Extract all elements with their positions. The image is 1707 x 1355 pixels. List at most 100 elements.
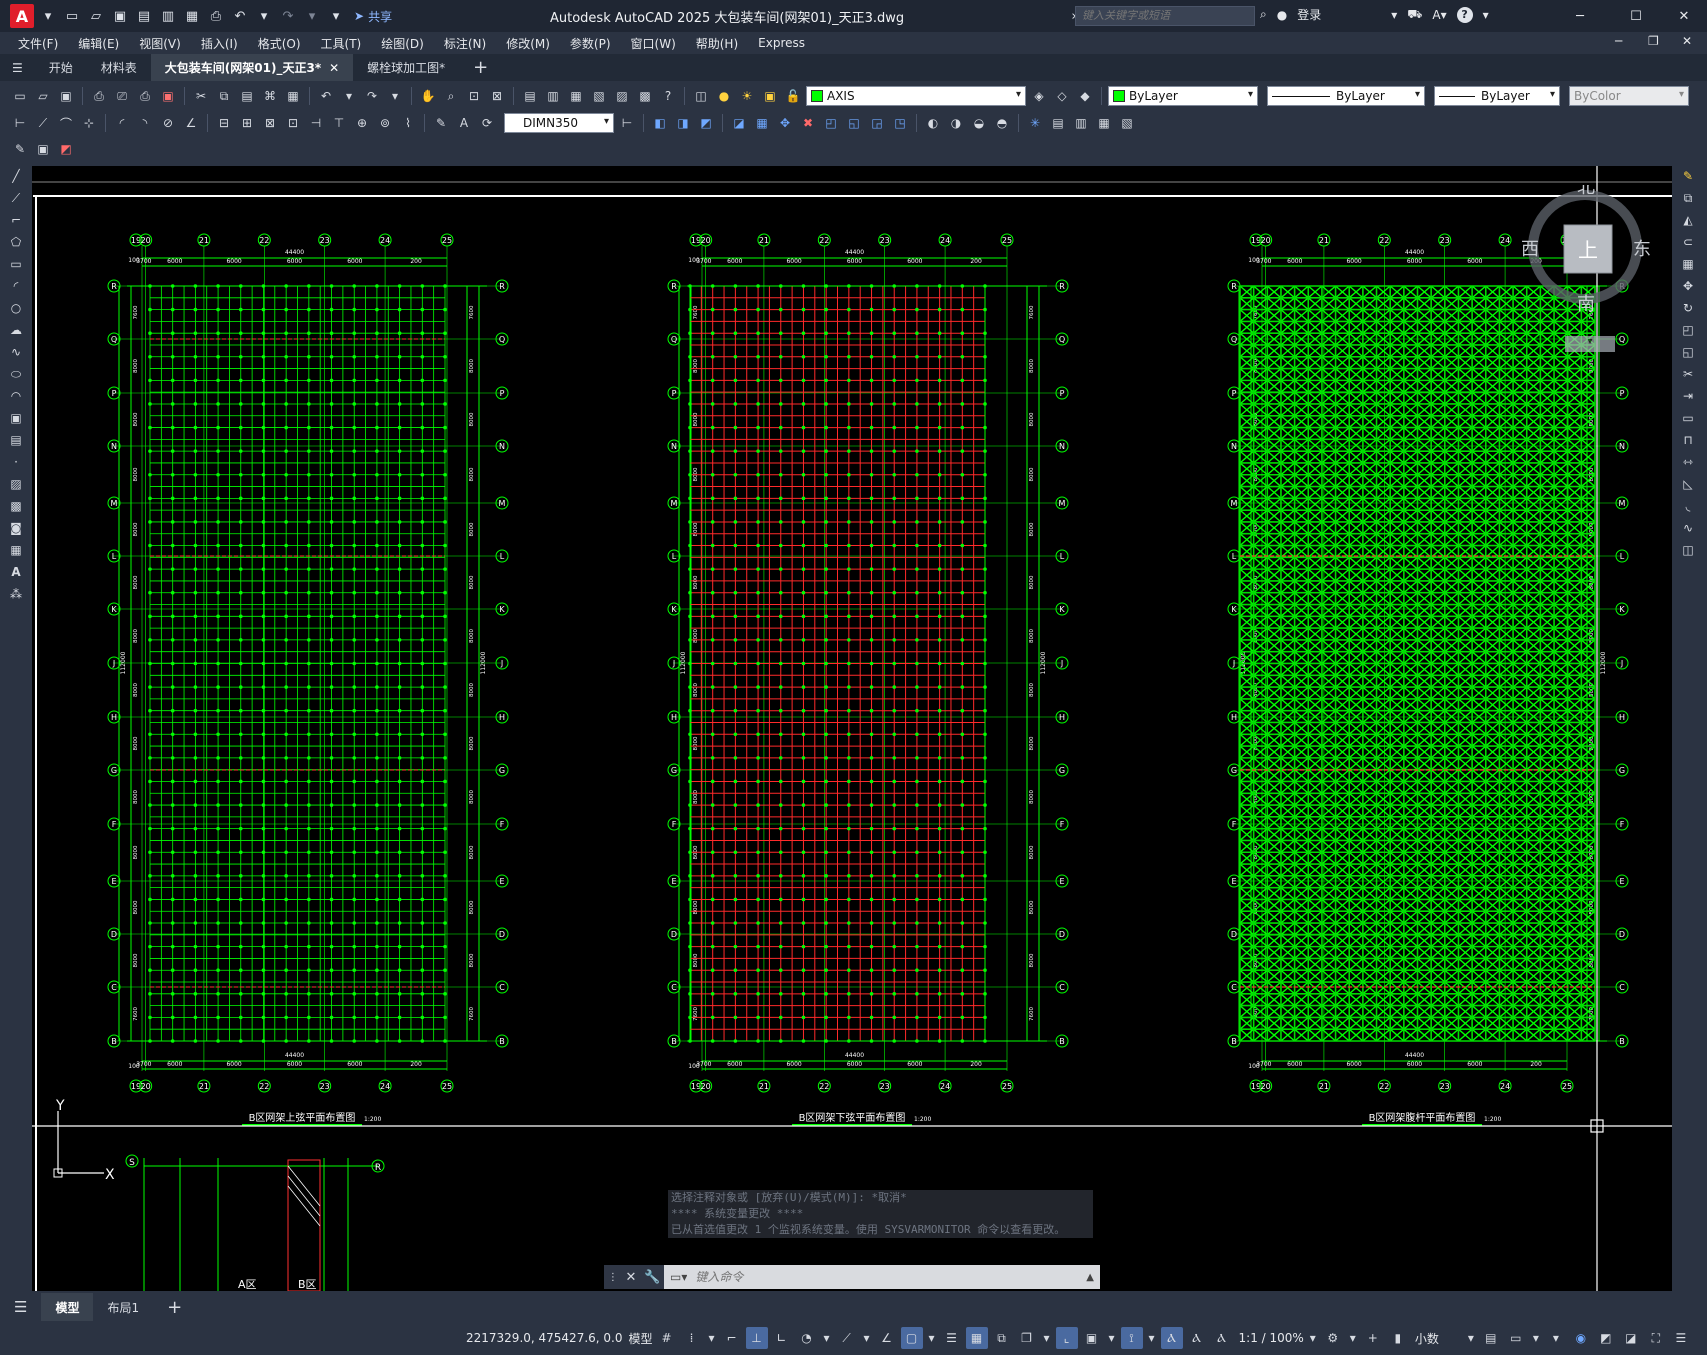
offset-icon[interactable]: ⊂ <box>1678 232 1698 252</box>
help-icon[interactable]: ? <box>658 86 678 106</box>
dim-edit-icon[interactable]: ✎ <box>431 113 451 133</box>
dim-space-icon[interactable]: ⊡ <box>283 113 303 133</box>
diameter-dim-icon[interactable]: ⊘ <box>158 113 178 133</box>
calculator-icon[interactable]: ▩ <box>635 86 655 106</box>
block-editor-icon[interactable]: ▦ <box>283 86 303 106</box>
chamfer-icon[interactable]: ◺ <box>1678 474 1698 494</box>
sheet-set-icon[interactable]: ▧ <box>589 86 609 106</box>
break-icon[interactable]: ◐ <box>923 113 943 133</box>
array-icon[interactable]: ▦ <box>1678 254 1698 274</box>
fillet-icon[interactable]: ◟ <box>1678 496 1698 516</box>
dim-break-icon[interactable]: ⊣ <box>306 113 326 133</box>
etransmit-icon[interactable]: ▣ <box>158 86 178 106</box>
point-icon[interactable]: · <box>6 452 26 472</box>
zoom-realtime-icon[interactable]: ⌕ <box>441 86 461 106</box>
dim-update-icon[interactable]: ⟳ <box>477 113 497 133</box>
radius-dim-icon[interactable]: ◜ <box>112 113 132 133</box>
design-center-icon[interactable]: ▥ <box>543 86 563 106</box>
menu-view[interactable]: 视图(V) <box>129 35 191 52</box>
dimstyle-manager-icon[interactable]: ⊢ <box>617 113 637 133</box>
polygon-icon[interactable]: ⬠ <box>6 232 26 252</box>
ordinate-dim-icon[interactable]: ⊹ <box>79 113 99 133</box>
linear-dim-icon[interactable]: ⊢ <box>10 113 30 133</box>
drawing-canvas[interactable]: 19 19 20 20 21 21 22 22 23 23 24 24 25 25 3700 3700 6000… <box>32 166 1672 1291</box>
gradient-icon[interactable]: ▩ <box>6 496 26 516</box>
doc-minimize-button[interactable]: ─ <box>1615 34 1622 48</box>
customize-toolbar-icon[interactable]: ▾ <box>326 6 346 26</box>
maximize-button[interactable]: ☐ <box>1616 5 1656 27</box>
extend-icon[interactable]: ◳ <box>890 113 910 133</box>
pan-icon[interactable]: ✋ <box>418 86 438 106</box>
select-similar-icon[interactable]: ▧ <box>1117 113 1137 133</box>
revision-cloud-icon[interactable]: ☁ <box>6 320 26 340</box>
circle-icon[interactable]: ○ <box>6 298 26 318</box>
mirror-icon[interactable]: ◩ <box>696 113 716 133</box>
construction-line-icon[interactable]: ⟋ <box>6 188 26 208</box>
menu-file[interactable]: 文件(F) <box>8 35 68 52</box>
save-icon[interactable]: ▣ <box>110 6 130 26</box>
plot-preview-icon[interactable]: ⎚ <box>112 86 132 106</box>
text-edit-icon[interactable]: ✎ <box>10 139 30 159</box>
share-button[interactable]: ➤ 共享 <box>354 8 392 25</box>
linetype-dropdown[interactable]: ByLayer ▾ <box>1267 86 1425 106</box>
zoom-window-icon[interactable]: ⊡ <box>464 86 484 106</box>
stretch-icon[interactable]: ◱ <box>844 113 864 133</box>
arc-length-icon[interactable]: ⌒ <box>56 113 76 133</box>
trim-icon[interactable]: ◲ <box>867 113 887 133</box>
rotate-icon[interactable]: ↻ <box>1678 298 1698 318</box>
markup-icon[interactable]: ▨ <box>612 86 632 106</box>
undo-icon[interactable]: ↶ <box>230 6 250 26</box>
layer-viewport-icon[interactable]: ▣ <box>760 86 780 106</box>
dimstyle-dropdown[interactable]: DIMN350 ▾ <box>504 113 614 133</box>
menu-dimension[interactable]: 标注(N) <box>434 35 496 52</box>
menu-edit[interactable]: 编辑(E) <box>68 35 129 52</box>
new-tab-plus-icon[interactable]: + <box>459 54 502 81</box>
layer-states-icon[interactable]: ◆ <box>1075 86 1095 106</box>
lineweight-dropdown[interactable]: ByLayer ▾ <box>1434 86 1560 106</box>
login-button[interactable]: 登录 <box>1297 6 1321 23</box>
help-dropdown-icon[interactable]: ▾ <box>1483 8 1489 22</box>
move-icon[interactable]: ✥ <box>775 113 795 133</box>
chamfer-icon[interactable]: ◒ <box>969 113 989 133</box>
export-icon[interactable]: ▥ <box>158 6 178 26</box>
save-icon[interactable]: ▣ <box>56 86 76 106</box>
publish-icon[interactable]: ▦ <box>182 6 202 26</box>
fillet-icon[interactable]: ◓ <box>992 113 1012 133</box>
cart-icon[interactable]: ⛟ <box>1407 7 1422 23</box>
close-button[interactable]: ✕ <box>1664 5 1704 27</box>
offset-icon[interactable]: ◪ <box>729 113 749 133</box>
dim-text-edit-icon[interactable]: A <box>454 113 474 133</box>
ellipse-icon[interactable]: ⬭ <box>6 364 26 384</box>
join-icon[interactable]: ◑ <box>946 113 966 133</box>
redo-dropdown-icon[interactable]: ▾ <box>385 86 405 106</box>
draworder-icon[interactable]: ▤ <box>1048 113 1068 133</box>
quick-dim-icon[interactable]: ⊟ <box>214 113 234 133</box>
jogged-linear-icon[interactable]: ⌇ <box>398 113 418 133</box>
login-dropdown-icon[interactable]: ▾ <box>1391 8 1397 22</box>
scale-icon[interactable]: ◰ <box>1678 320 1698 340</box>
polyline-icon[interactable]: ⌐ <box>6 210 26 230</box>
menu-parameters[interactable]: 参数(P) <box>560 35 621 52</box>
aligned-dim-icon[interactable]: ⟋ <box>33 113 53 133</box>
autocad-logo-icon[interactable]: A <box>10 4 34 28</box>
rectangle-icon[interactable]: ▭ <box>6 254 26 274</box>
help-icon[interactable]: ? <box>1456 6 1473 23</box>
search-input[interactable] <box>1075 6 1255 26</box>
array-icon[interactable]: ▦ <box>752 113 772 133</box>
jogged-dim-icon[interactable]: ◝ <box>135 113 155 133</box>
tab-current-drawing[interactable]: 大包装车间(网架01)_天正3* ✕ <box>150 54 354 81</box>
copy-object-icon[interactable]: ◨ <box>673 113 693 133</box>
tool-palettes-icon[interactable]: ▦ <box>566 86 586 106</box>
undo-dropdown-icon[interactable]: ▾ <box>254 6 274 26</box>
print-icon[interactable]: ⎙ <box>206 6 226 26</box>
trim-icon[interactable]: ✂ <box>1678 364 1698 384</box>
mtext-icon[interactable]: A <box>6 562 26 582</box>
doc-close-button[interactable]: ✕ <box>1682 34 1692 48</box>
layer-on-icon[interactable]: ● <box>714 86 734 106</box>
undo-dropdown-icon[interactable]: ▾ <box>339 86 359 106</box>
color-dropdown[interactable]: ByLayer ▾ <box>1108 86 1258 106</box>
ungroup-icon[interactable]: ▦ <box>1094 113 1114 133</box>
search-icon[interactable]: ⌕ <box>1260 7 1267 22</box>
redo-icon[interactable]: ↷ <box>362 86 382 106</box>
publish-icon[interactable]: ⎙ <box>135 86 155 106</box>
